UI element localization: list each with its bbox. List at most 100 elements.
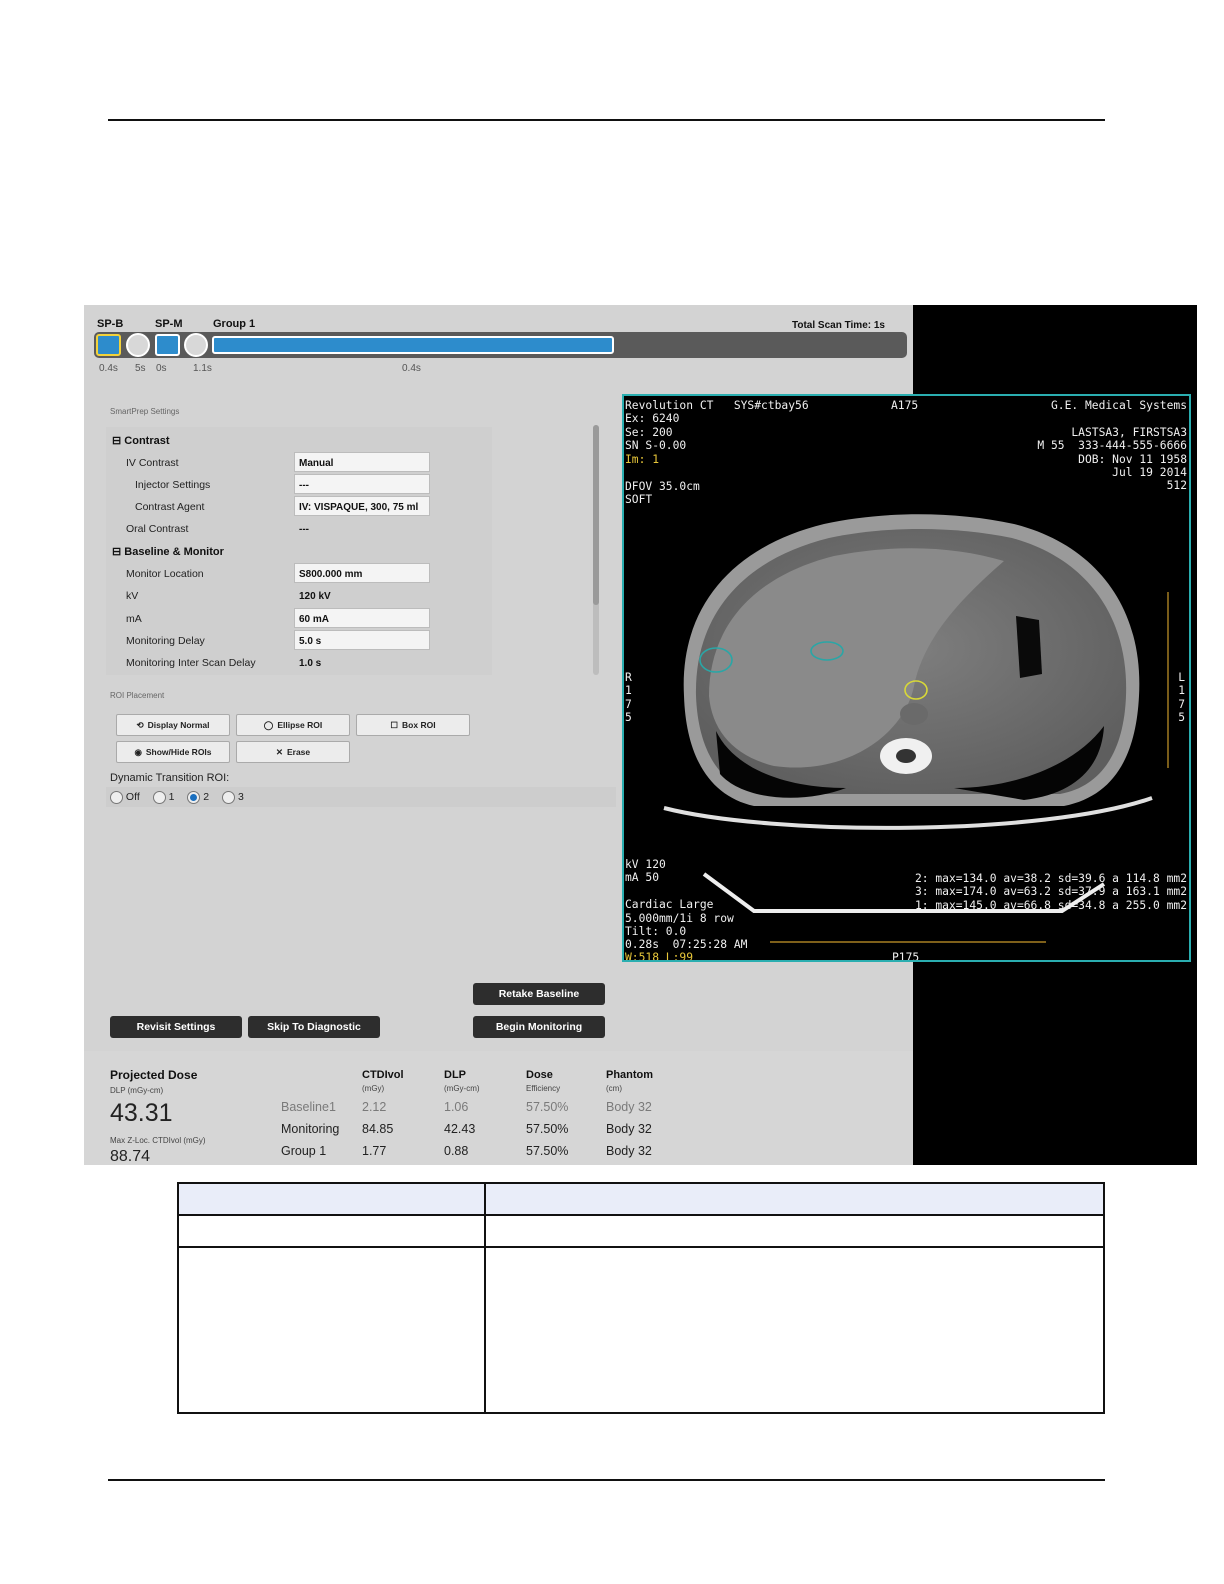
inter-scan-delay-value: 1.0 s (299, 658, 322, 669)
max-ctdivol-value: 88.74 (110, 1148, 151, 1165)
table-cell (484, 1246, 1105, 1414)
dynamic-transition-label: Dynamic Transition ROI: (110, 772, 230, 784)
timeline-track (94, 332, 907, 358)
right-dark-cavity (1016, 616, 1042, 678)
setting-label-monitoring-delay: Monitoring Delay (126, 635, 205, 647)
revisit-settings-button[interactable]: Revisit Settings (110, 1016, 242, 1038)
projected-dose-title: Projected Dose (110, 1068, 198, 1082)
radio-off[interactable]: Off (110, 791, 140, 804)
radio-1[interactable]: 1 (152, 791, 175, 804)
col-dose-title: Dose (526, 1069, 553, 1081)
col-phantom-unit: (cm) (606, 1084, 622, 1093)
table-header-row (177, 1182, 1105, 1216)
timeline-block-spm[interactable] (155, 334, 180, 356)
timeline-time: 1.1s (193, 363, 212, 374)
ct-footer-left: kV 120 mA 50 Cardiac Large 5.000mm/1i 8 … (625, 858, 748, 952)
dose-row-name: Baseline1 (281, 1100, 336, 1114)
radio-circle (152, 791, 166, 804)
timeline-delay-marker[interactable] (184, 333, 208, 357)
baseline-section-title[interactable]: ⊟ Baseline & Monitor (112, 545, 224, 558)
radio-label: 2 (203, 791, 210, 804)
dose-row-phantom: Body 32 (606, 1122, 652, 1136)
col-dlp-unit: (mGy-cm) (444, 1084, 480, 1093)
close-icon: ✕ (275, 746, 283, 757)
radio-circle (222, 791, 236, 804)
show-hide-rois-button[interactable]: ◉ Show/Hide ROIs (116, 741, 230, 763)
ct-dfov: DFOV 35.0cm SOFT (625, 480, 700, 507)
dose-panel: Projected Dose DLP (mGy-cm) 43.31 Max Z-… (84, 1051, 913, 1165)
dose-row-name: Group 1 (281, 1144, 327, 1158)
setting-label-oral-contrast: Oral Contrast (126, 523, 189, 535)
erase-label: Erase (286, 747, 311, 757)
ct-header-center: A175 (891, 399, 919, 412)
monitor-location-value: S800.000 mm (299, 569, 363, 580)
setting-label-iv-contrast: IV Contrast (126, 457, 179, 469)
dose-row-phantom: Body 32 (606, 1144, 652, 1158)
top-rule (108, 119, 1105, 121)
dose-row-dlp: 42.43 (444, 1122, 476, 1136)
setting-label-injector: Injector Settings (135, 479, 211, 491)
timeline-label-spb: SP-B (97, 318, 124, 330)
setting-label-contrast-agent: Contrast Agent (135, 501, 205, 513)
dose-row-dlp: 1.06 (444, 1100, 469, 1114)
radio-label: Off (125, 791, 140, 804)
radio-label: 1 (168, 791, 175, 804)
dose-row-ctdi: 84.85 (362, 1122, 394, 1136)
box-roi-label: Box ROI (402, 720, 436, 730)
roi-placement-heading: ROI Placement (110, 691, 165, 700)
display-normal-label: Display Normal (147, 720, 210, 730)
skip-to-diagnostic-button[interactable]: Skip To Diagnostic (248, 1016, 380, 1038)
injector-settings-field[interactable] (294, 474, 430, 494)
col-dlp-title: DLP (444, 1069, 466, 1081)
dose-row-eff: 57.50% (526, 1122, 569, 1136)
begin-monitoring-button[interactable]: Begin Monitoring (473, 1016, 605, 1038)
erase-button[interactable]: ✕ Erase (236, 741, 350, 763)
box-roi-button[interactable]: ☐ Box ROI (356, 714, 470, 736)
kv-value: 120 kV (299, 591, 331, 602)
ellipse-roi-button[interactable]: ◯ Ellipse ROI (236, 714, 350, 736)
timeline-time: 0.4s (99, 363, 118, 374)
settings-scrollbar-thumb[interactable] (593, 425, 599, 605)
contrast-section-title[interactable]: ⊟ Contrast (112, 434, 170, 447)
ct-header-right: G.E. Medical Systems LASTSA3, FIRSTSA3 M… (1037, 399, 1187, 493)
ct-footer-center: P175 (892, 951, 920, 962)
settings-scrollbar[interactable] (593, 425, 599, 675)
total-scan-time: Total Scan Time: 1s (792, 320, 885, 331)
description-table (177, 1182, 1105, 1414)
table-header-cell (484, 1182, 1105, 1216)
ct-image-viewport[interactable]: Revolution CT SYS#ctbay56 Ex: 6240 Se: 2… (622, 394, 1191, 962)
display-normal-button[interactable]: ⟲ Display Normal (116, 714, 230, 736)
eye-icon: ◉ (134, 746, 142, 757)
baseline-title-text: Baseline & Monitor (124, 546, 224, 558)
ct-roi-statistics: 2: max=134.0 av=38.2 sd=39.6 a 114.8 mm2… (914, 872, 1187, 912)
retake-baseline-button[interactable]: Retake Baseline (473, 983, 605, 1005)
spine-canal (896, 749, 916, 763)
oral-contrast-value: --- (299, 524, 309, 535)
radio-2[interactable]: 2 (187, 791, 210, 804)
ct-left-orientation: R 1 7 5 (625, 671, 632, 725)
dose-row-dlp: 0.88 (444, 1144, 469, 1158)
table-cell (177, 1246, 486, 1414)
bottom-rule (108, 1479, 1105, 1481)
ma-value: 60 mA (299, 614, 330, 625)
smartprep-settings-heading: SmartPrep Settings (110, 407, 180, 416)
collapse-icon: ⊟ (112, 435, 125, 447)
timeline-block-spb[interactable] (96, 334, 121, 356)
table-cell (484, 1214, 1105, 1248)
radio-circle-selected (187, 791, 201, 804)
timeline-delay-marker[interactable] (126, 333, 150, 357)
projected-dlp-value: 43.31 (110, 1099, 173, 1127)
col-ctdivol-title: CTDIvol (362, 1069, 404, 1081)
setting-label-ma: mA (126, 613, 142, 625)
iv-contrast-value: Manual (299, 458, 334, 469)
show-hide-label: Show/Hide ROIs (145, 747, 212, 757)
table-cell (177, 1214, 486, 1248)
ct-right-orientation: L 1 7 5 (1178, 671, 1185, 725)
dose-row-ctdi: 2.12 (362, 1100, 387, 1114)
radio-3[interactable]: 3 (222, 791, 244, 804)
dlp-unit-label: DLP (mGy-cm) (110, 1086, 164, 1095)
ct-window-level: W:518 L:99 (625, 951, 694, 962)
dynamic-transition-radio-group: Off 1 2 3 (110, 791, 254, 804)
timeline-block-group1[interactable] (212, 336, 614, 354)
radio-label: 3 (237, 791, 244, 804)
